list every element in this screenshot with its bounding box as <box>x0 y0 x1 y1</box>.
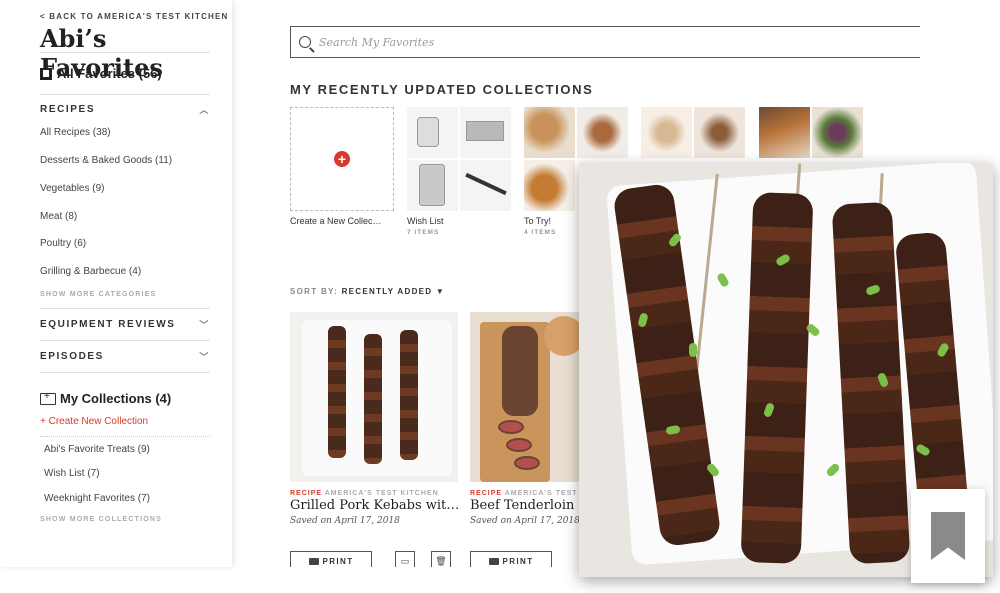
card-source: AMERICA'S TEST <box>504 490 578 497</box>
collection-thumb[interactable] <box>524 160 575 211</box>
my-collections-label: My Collections (4) <box>60 391 172 406</box>
card-type: RECIPE <box>470 490 503 497</box>
recipes-section-toggle[interactable]: RECIPES ︿ <box>40 103 210 116</box>
show-more-collections-link[interactable]: Show more collections <box>40 516 162 523</box>
sidebar-item-all-recipes[interactable]: All Recipes (38) <box>40 127 111 138</box>
folder-icon: ▭ <box>400 556 410 566</box>
sidebar-item-poultry[interactable]: Poultry (6) <box>40 238 86 249</box>
card-title[interactable]: Beef Tenderloin w <box>470 498 580 513</box>
sidebar-item-meat[interactable]: Meat (8) <box>40 211 77 222</box>
sidebar-item-vegetables[interactable]: Vegetables (9) <box>40 183 105 194</box>
show-more-categories-link[interactable]: Show more categories <box>40 291 156 298</box>
printer-icon <box>308 558 319 565</box>
collection-count: 4 ITEMS <box>524 229 557 236</box>
collection-thumb[interactable] <box>641 107 692 158</box>
card-meta: RECIPE AMERICA'S TEST <box>470 490 578 497</box>
collection-thumb[interactable] <box>460 160 511 211</box>
divider <box>40 340 210 341</box>
chevron-down-icon: ﹀ <box>199 320 210 330</box>
print-label: PRINT <box>502 557 534 566</box>
divider <box>40 308 210 309</box>
create-collection-link[interactable]: + Create New Collection <box>40 416 148 427</box>
card-date: Saved on April 17, 2018 <box>290 516 400 526</box>
all-favorites-link[interactable]: All Favorites (56) <box>40 66 162 81</box>
back-link[interactable]: < Back to America's Test Kitchen <box>40 12 229 21</box>
collection-thumb[interactable] <box>524 107 575 158</box>
recipe-card-image[interactable] <box>290 312 458 482</box>
sort-control[interactable]: SORT BY: RECENTLY ADDED ▼ <box>290 287 445 296</box>
sort-value[interactable]: RECENTLY ADDED ▼ <box>342 287 446 296</box>
plus-icon: + <box>334 151 350 167</box>
search-bar[interactable] <box>290 26 920 58</box>
trash-icon: 🗑 <box>435 556 447 566</box>
bookmark-icon <box>931 512 965 560</box>
recipe-card-image[interactable] <box>470 312 580 482</box>
sort-label: SORT BY: <box>290 287 339 296</box>
divider <box>40 436 210 437</box>
collection-thumb[interactable] <box>694 107 745 158</box>
collection-thumb[interactable] <box>407 160 458 211</box>
sidebar-item-grilling[interactable]: Grilling & Barbecue (4) <box>40 266 141 277</box>
create-collection-label[interactable]: Create a New Collec… <box>290 216 382 226</box>
search-icon <box>299 36 311 48</box>
collection-thumb[interactable] <box>577 107 628 158</box>
sidebar-collection-treats[interactable]: Abi's Favorite Treats (9) <box>44 444 150 455</box>
all-favorites-label: All Favorites (56) <box>57 66 162 81</box>
divider <box>40 372 210 373</box>
bookmark-icon <box>40 67 52 80</box>
card-type: RECIPE <box>290 490 323 497</box>
sidebar-item-desserts[interactable]: Desserts & Baked Goods (11) <box>40 155 172 166</box>
sidebar-collection-weeknight[interactable]: Weeknight Favorites (7) <box>44 493 150 504</box>
collection-thumb[interactable] <box>460 107 511 158</box>
collection-thumb[interactable] <box>759 107 810 158</box>
card-source: AMERICA'S TEST KITCHEN <box>324 490 439 497</box>
chevron-up-icon: ︿ <box>199 105 210 115</box>
collection-label[interactable]: To Try! <box>524 216 551 226</box>
collection-count: 7 ITEMS <box>407 229 440 236</box>
equipment-section-toggle[interactable]: EQUIPMENT REVIEWS ﹀ <box>40 318 210 331</box>
favorites-page: < Back to America's Test Kitchen Abi’s F… <box>0 0 1000 593</box>
collection-thumb[interactable] <box>812 107 863 158</box>
search-input[interactable] <box>319 35 719 49</box>
card-meta: RECIPE AMERICA'S TEST KITCHEN <box>290 490 439 497</box>
folder-plus-icon <box>40 391 56 405</box>
my-collections-link[interactable]: My Collections (4) <box>40 391 171 406</box>
bookmark-button[interactable] <box>911 489 985 583</box>
print-label: PRINT <box>322 557 354 566</box>
collection-label[interactable]: Wish List <box>407 216 444 226</box>
card-title[interactable]: Grilled Pork Kebabs wit… <box>290 498 460 513</box>
episodes-header: EPISODES <box>40 351 104 362</box>
recipes-header: RECIPES <box>40 104 96 115</box>
sidebar-collection-wish-list[interactable]: Wish List (7) <box>44 468 100 479</box>
create-collection-tile[interactable]: + <box>290 107 394 211</box>
printer-icon <box>488 558 499 565</box>
divider <box>40 52 210 53</box>
chevron-down-icon: ﹀ <box>199 352 210 362</box>
card-date: Saved on April 17, 2018 <box>470 516 580 526</box>
equipment-header: EQUIPMENT REVIEWS <box>40 319 176 330</box>
collection-thumb[interactable] <box>407 107 458 158</box>
divider <box>40 94 210 95</box>
episodes-section-toggle[interactable]: EPISODES ﹀ <box>40 350 210 363</box>
recent-collections-heading: MY RECENTLY UPDATED COLLECTIONS <box>290 82 594 97</box>
sidebar: < Back to America's Test Kitchen Abi’s F… <box>0 0 232 567</box>
